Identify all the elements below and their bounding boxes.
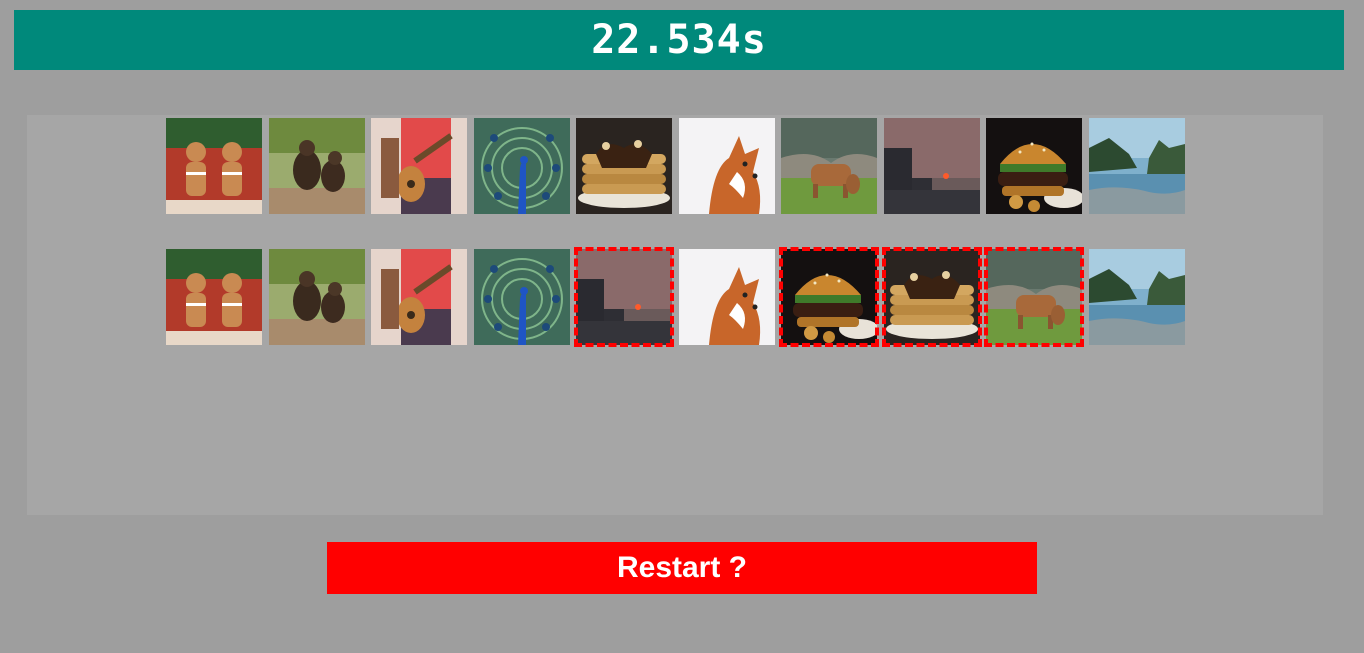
reference-tile-pancakes (576, 118, 672, 214)
game-board (27, 115, 1323, 515)
player-tile-coastline[interactable] (1088, 249, 1185, 345)
player-tile-fox[interactable] (678, 249, 775, 345)
peacock-image (473, 118, 570, 214)
reference-row (166, 118, 1185, 214)
reference-tile-cow (781, 118, 877, 214)
gingerbread-men-image (166, 249, 262, 345)
player-tile-cow[interactable] (984, 247, 1084, 347)
coastline-image (1088, 249, 1185, 345)
burger-image (986, 118, 1082, 214)
reference-tile-guitar-player (371, 118, 467, 214)
fox-image (678, 249, 775, 345)
monkeys-image (268, 118, 365, 214)
timer-bar: 22.534s (14, 10, 1344, 70)
pancakes-image (576, 118, 672, 214)
reference-tile-fox (678, 118, 775, 214)
player-tile-burger[interactable] (779, 247, 879, 347)
cow-image (781, 118, 877, 214)
player-tile-monkeys[interactable] (268, 249, 365, 345)
reference-tile-coastline (1088, 118, 1185, 214)
guitar-player-image (371, 118, 467, 214)
reference-tile-peacock (473, 118, 570, 214)
coastline-image (1088, 118, 1185, 214)
player-tile-pancakes[interactable] (881, 247, 982, 347)
restart-button[interactable]: Restart ? (327, 542, 1037, 594)
player-tile-gingerbread-men[interactable] (166, 249, 262, 345)
player-tile-sunset[interactable] (574, 247, 674, 347)
pancakes-image (883, 249, 980, 345)
reference-tile-gingerbread-men (166, 118, 262, 214)
cow-image (986, 249, 1082, 345)
player-row (166, 247, 1185, 347)
reference-tile-sunset (883, 118, 980, 214)
player-tile-guitar-player[interactable] (371, 249, 467, 345)
guitar-player-image (371, 249, 467, 345)
sunset-image (576, 249, 672, 345)
reference-tile-monkeys (268, 118, 365, 214)
peacock-image (473, 249, 570, 345)
monkeys-image (268, 249, 365, 345)
sunset-image (883, 118, 980, 214)
player-tile-peacock[interactable] (473, 249, 570, 345)
reference-tile-burger (986, 118, 1082, 214)
burger-image (781, 249, 877, 345)
gingerbread-men-image (166, 118, 262, 214)
timer-display: 22.534s (591, 17, 767, 63)
fox-image (678, 118, 775, 214)
